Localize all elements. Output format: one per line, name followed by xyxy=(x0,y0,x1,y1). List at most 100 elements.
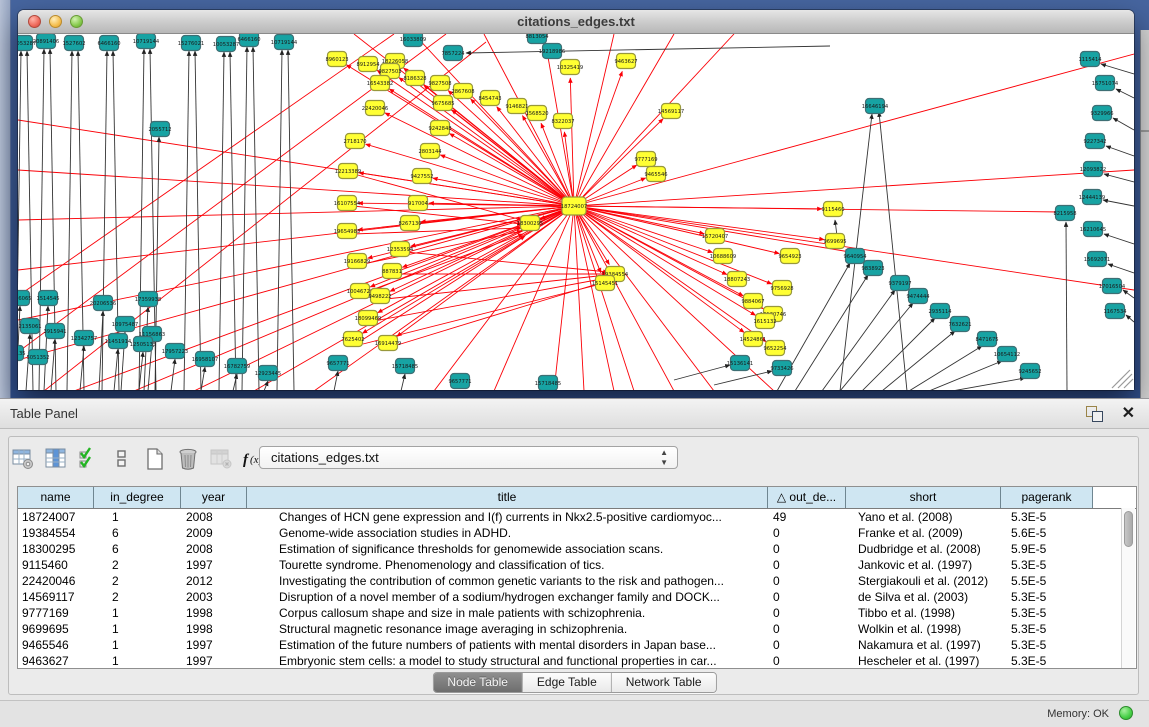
graph-node[interactable]: 12353594 xyxy=(387,242,414,257)
graph-node[interactable]: 7857224 xyxy=(441,46,465,61)
graph-edge[interactable] xyxy=(219,52,224,390)
graph-node[interactable]: 9838923 xyxy=(861,261,884,276)
graph-node[interactable]: 9498222 xyxy=(368,289,391,304)
graph-node[interactable]: 14569117 xyxy=(658,104,684,119)
graph-node[interactable]: 8267130 xyxy=(398,216,421,231)
table-row[interactable]: 977716911998Corpus callosum shape and si… xyxy=(18,605,1136,621)
graph-node[interactable]: 1115414 xyxy=(1078,52,1102,67)
graph-node[interactable]: 887831 xyxy=(382,264,402,279)
tab-node-table[interactable]: Node Table xyxy=(433,673,523,692)
row-stack-button[interactable] xyxy=(109,446,135,472)
graph-edge[interactable] xyxy=(494,206,574,390)
graph-edge[interactable] xyxy=(1066,222,1067,390)
column-header-pagerank[interactable]: pagerank xyxy=(1001,487,1093,508)
select-rows-button[interactable] xyxy=(76,446,102,472)
graph-edge[interactable] xyxy=(366,144,574,206)
graph-edge[interactable] xyxy=(253,47,259,390)
graph-edge[interactable] xyxy=(1106,146,1134,156)
table-row[interactable]: 946362711997Embryonic stem cells: a mode… xyxy=(18,653,1136,669)
graph-node[interactable]: 8912954 xyxy=(356,57,380,72)
graph-node[interactable]: 3915941 xyxy=(43,324,66,339)
graph-node[interactable]: 8471675 xyxy=(975,332,998,347)
graph-node[interactable]: 15692071 xyxy=(1084,252,1110,267)
graph-node[interactable]: 14524861 xyxy=(740,332,766,347)
graph-node[interactable]: 9242848 xyxy=(428,121,451,136)
graph-node[interactable]: 9884067 xyxy=(741,294,764,309)
graph-edge[interactable] xyxy=(18,170,574,206)
graph-edge[interactable] xyxy=(909,346,982,390)
table-row[interactable]: 911546021997Tourette syndrome. Phenomeno… xyxy=(18,557,1136,573)
delete-rows-button[interactable] xyxy=(175,446,201,472)
graph-node[interactable]: 8813054 xyxy=(525,34,549,44)
graph-edge[interactable] xyxy=(822,290,895,390)
column-header-title[interactable]: title xyxy=(247,487,768,508)
window-titlebar[interactable]: citations_edges.txt xyxy=(18,10,1134,34)
graph-node[interactable]: 9427552 xyxy=(410,169,433,184)
graph-node[interactable]: 18300295 xyxy=(517,216,543,231)
graph-edge[interactable] xyxy=(1123,290,1134,298)
new-table-button[interactable] xyxy=(142,446,168,472)
graph-edge[interactable] xyxy=(288,50,294,390)
graph-node[interactable]: 8215958 xyxy=(1053,206,1076,221)
graph-edge[interactable] xyxy=(386,275,607,299)
graph-node[interactable]: 9675685 xyxy=(431,96,454,111)
graph-node[interactable]: 917004 xyxy=(408,196,429,211)
graph-node[interactable]: 16646194 xyxy=(862,99,889,114)
graph-node[interactable]: 9652254 xyxy=(763,341,787,356)
network-canvas[interactable]: 8960123891295418226058982750316543382818… xyxy=(18,34,1134,390)
graph-edge[interactable] xyxy=(1113,118,1134,130)
table-row[interactable]: 2242004622012Investigating the contribut… xyxy=(18,573,1136,589)
column-header-year[interactable]: year xyxy=(181,487,247,508)
graph-node[interactable]: 12213389 xyxy=(335,164,361,179)
graph-node[interactable]: 16543382 xyxy=(367,76,393,91)
graph-edge[interactable] xyxy=(233,374,237,390)
graph-edge[interactable] xyxy=(1104,234,1134,244)
memory-ok-indicator[interactable] xyxy=(1119,706,1133,720)
graph-node[interactable]: 9657771 xyxy=(448,374,471,389)
graph-edge[interactable] xyxy=(385,113,574,206)
graph-node[interactable]: 1568520 xyxy=(525,106,548,121)
graph-edge[interactable] xyxy=(1101,64,1134,74)
graph-node[interactable]: 19166829 xyxy=(344,254,370,269)
graph-node[interactable]: 11451914 xyxy=(105,334,132,349)
graph-node[interactable]: 5051352 xyxy=(26,350,49,365)
graph-edge[interactable] xyxy=(18,206,574,220)
column-header-out_de...[interactable]: △ out_de... xyxy=(768,487,846,508)
graph-node[interactable]: 18099469 xyxy=(355,311,381,326)
graph-node[interactable]: 22420046 xyxy=(362,101,388,116)
graph-edge[interactable] xyxy=(929,361,1002,390)
graph-edge[interactable] xyxy=(795,275,868,390)
graph-node[interactable]: 16782759 xyxy=(224,359,250,374)
graph-node[interactable]: 17016504 xyxy=(1099,279,1126,294)
graph-node[interactable]: 20206536 xyxy=(90,296,116,311)
graph-node[interactable]: 17957223 xyxy=(162,344,188,359)
float-panel-icon[interactable] xyxy=(1086,406,1103,422)
graph-node[interactable]: 1615132 xyxy=(753,314,776,329)
graph-node[interactable]: 10688609 xyxy=(710,249,736,264)
graph-edge[interactable] xyxy=(1116,89,1134,98)
graph-node[interactable]: 16210645 xyxy=(1080,222,1106,237)
graph-edge[interactable] xyxy=(44,306,48,390)
graph-edge[interactable] xyxy=(879,112,907,390)
graph-edge[interactable] xyxy=(18,34,394,296)
graph-node[interactable]: 7625402 xyxy=(341,332,364,347)
graph-node[interactable]: 15718485 xyxy=(392,359,418,374)
graph-node[interactable]: 9733426 xyxy=(770,361,793,376)
column-header-name[interactable]: name xyxy=(18,487,94,508)
graph-node[interactable]: 9329966 xyxy=(1090,106,1113,121)
graph-node[interactable]: 9777169 xyxy=(634,152,657,167)
graph-node[interactable]: 12444139 xyxy=(1079,190,1105,205)
graph-edge[interactable] xyxy=(184,51,189,390)
graph-node[interactable]: 9245652 xyxy=(1018,364,1041,379)
graph-edge[interactable] xyxy=(574,206,713,253)
graph-node[interactable]: 9756928 xyxy=(770,281,793,296)
graph-node[interactable]: 2935114 xyxy=(928,304,952,319)
graph-node[interactable]: 2867608 xyxy=(451,84,474,99)
table-row[interactable]: 946554611997Estimation of the future num… xyxy=(18,637,1136,653)
graph-edge[interactable] xyxy=(1104,174,1134,182)
graph-node[interactable]: 9227342 xyxy=(1083,134,1106,149)
table-row[interactable]: 969969511998Structural magnetic resonanc… xyxy=(18,621,1136,637)
graph-node[interactable]: 9379197 xyxy=(888,276,911,291)
graph-node[interactable]: 15145451 xyxy=(592,276,618,291)
graph-node[interactable]: 10654112 xyxy=(994,347,1020,362)
